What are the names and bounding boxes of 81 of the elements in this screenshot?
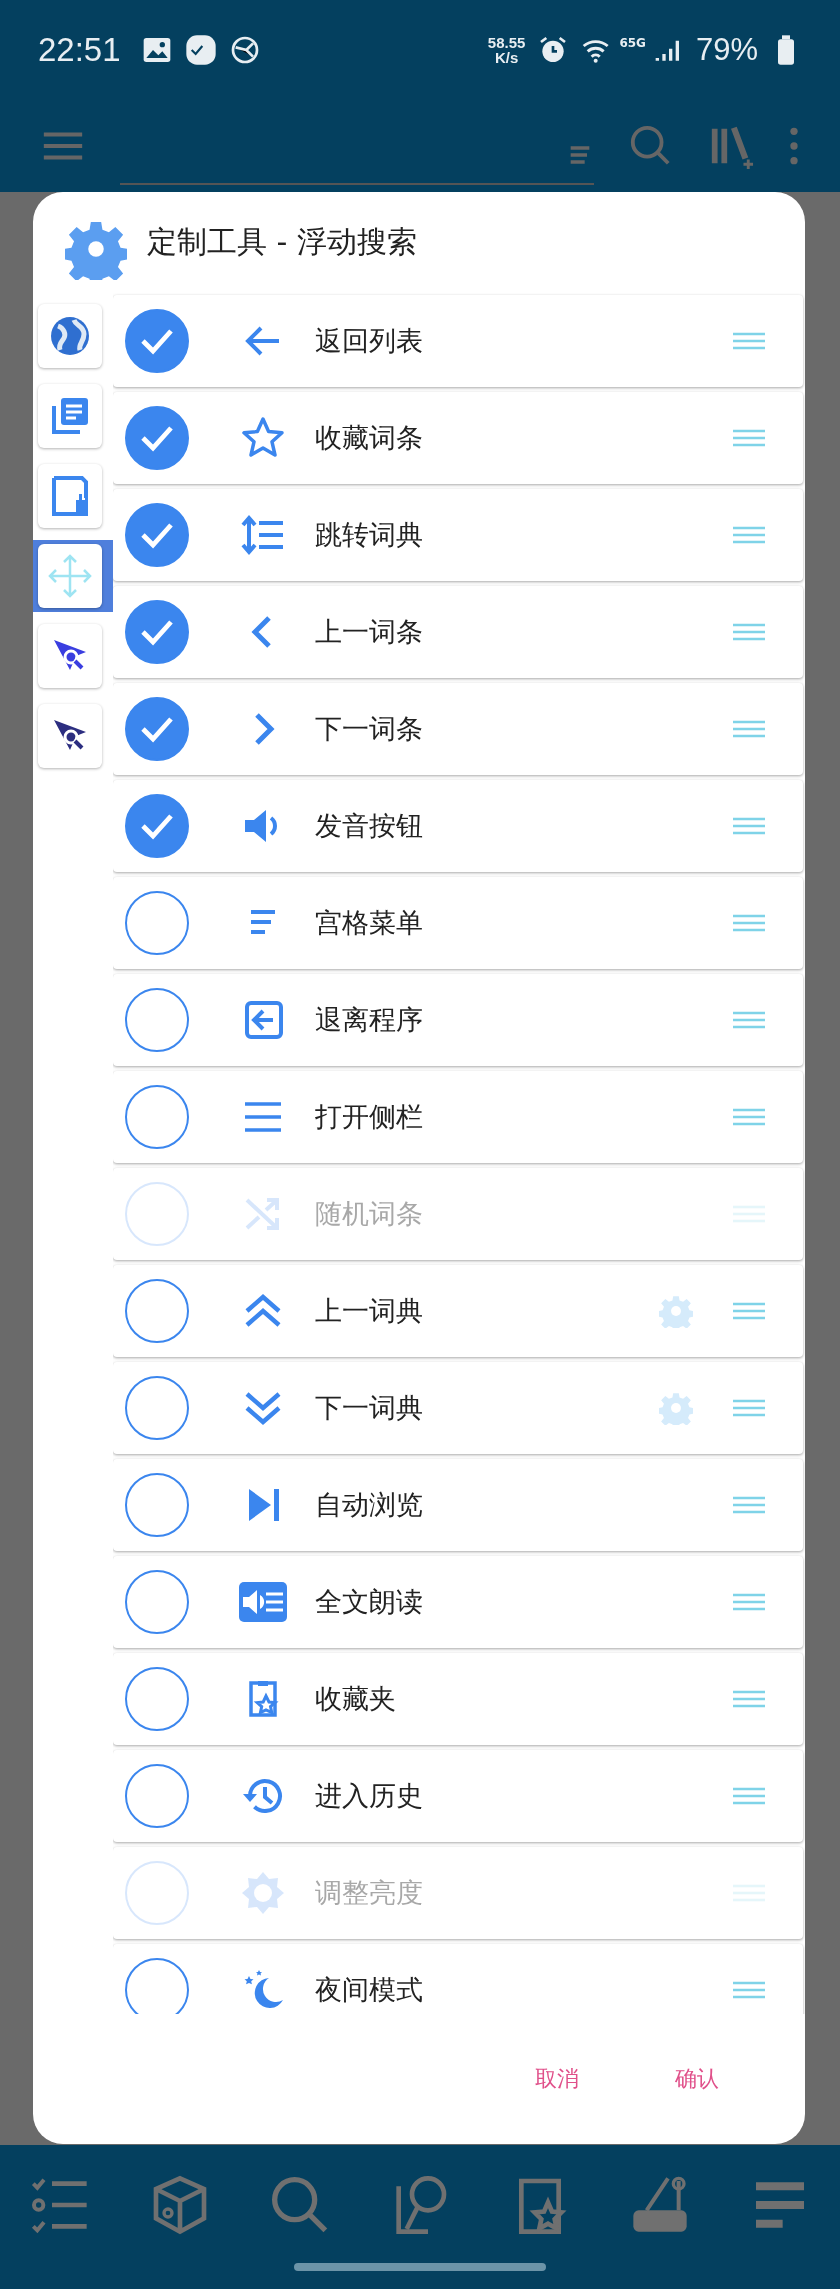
checkbox[interactable] xyxy=(125,1376,189,1440)
drag-handle-icon[interactable] xyxy=(733,1107,765,1127)
clock: 22:51 xyxy=(38,31,121,69)
checkbox[interactable] xyxy=(125,697,189,761)
drag-handle-icon[interactable] xyxy=(733,816,765,836)
side-tab[interactable] xyxy=(38,304,102,368)
tool-row[interactable]: 上一词条 xyxy=(113,586,803,678)
tool-label: 下一词典 xyxy=(315,1391,423,1425)
cancel-button[interactable]: 取消 xyxy=(527,2058,587,2100)
network-speed: 58.55 K/s xyxy=(487,35,526,65)
tool-label: 随机词条 xyxy=(315,1197,423,1231)
tool-label: 发音按钮 xyxy=(315,809,423,843)
tool-row[interactable]: 全文朗读 xyxy=(113,1556,803,1648)
tool-label: 夜间模式 xyxy=(315,1973,423,2007)
drag-handle-icon[interactable] xyxy=(733,622,765,642)
wifi-label: 6 xyxy=(619,36,628,50)
tool-row[interactable]: 打开侧栏 xyxy=(113,1071,803,1163)
drag-handle-icon[interactable] xyxy=(733,1592,765,1612)
dialog-title: 定制工具 - 浮动搜索 xyxy=(147,222,417,261)
settings-icon[interactable] xyxy=(659,1294,693,1328)
tool-row[interactable]: 宫格菜单 xyxy=(113,877,803,969)
checkbox[interactable] xyxy=(125,1667,189,1731)
checkbox[interactable] xyxy=(125,1958,189,2014)
tool-label: 跳转词典 xyxy=(315,518,423,552)
network-label: 5G xyxy=(627,36,646,50)
checkbox[interactable] xyxy=(125,1279,189,1343)
tool-row[interactable]: 下一词典 xyxy=(113,1362,803,1454)
drag-handle-icon[interactable] xyxy=(733,428,765,448)
side-tab[interactable] xyxy=(38,704,102,768)
checkbox[interactable] xyxy=(125,406,189,470)
checkbox[interactable] xyxy=(125,503,189,567)
checkbox[interactable] xyxy=(125,1570,189,1634)
checkbox[interactable] xyxy=(125,891,189,955)
tool-label: 进入历史 xyxy=(315,1779,423,1813)
tool-row[interactable]: 自动浏览 xyxy=(113,1459,803,1551)
drag-handle-icon[interactable] xyxy=(733,1786,765,1806)
settings-icon[interactable] xyxy=(659,1391,693,1425)
tool-row[interactable]: 上一词典 xyxy=(113,1265,803,1357)
tool-label: 返回列表 xyxy=(315,324,423,358)
checkbox[interactable] xyxy=(125,1085,189,1149)
checkbox[interactable] xyxy=(125,1764,189,1828)
tool-row[interactable]: 收藏词条 xyxy=(113,392,803,484)
tool-row[interactable]: 返回列表 xyxy=(113,295,803,387)
drag-handle-icon[interactable] xyxy=(733,525,765,545)
move-arrows-icon xyxy=(46,552,94,600)
tool-row[interactable]: 跳转词典 xyxy=(113,489,803,581)
checkbox[interactable] xyxy=(125,988,189,1052)
check-badge-icon xyxy=(184,34,217,66)
drag-handle-icon[interactable] xyxy=(733,1980,765,2000)
tool-label: 上一词典 xyxy=(315,1294,423,1328)
tool-row[interactable]: 下一词条 xyxy=(113,683,803,775)
drag-handle-icon[interactable] xyxy=(733,719,765,739)
side-tab[interactable] xyxy=(38,624,102,688)
tool-row[interactable]: 夜间模式 xyxy=(113,1944,803,2014)
tool-label: 宫格菜单 xyxy=(315,906,423,940)
drag-handle-icon[interactable] xyxy=(733,913,765,933)
drag-handle-icon[interactable] xyxy=(733,331,765,351)
checkbox[interactable] xyxy=(125,794,189,858)
drag-handle-icon[interactable] xyxy=(733,1495,765,1515)
tool-label: 收藏夹 xyxy=(315,1682,396,1716)
confirm-button[interactable]: 确认 xyxy=(667,2058,727,2100)
checkbox[interactable] xyxy=(125,600,189,664)
checkbox[interactable] xyxy=(125,1473,189,1537)
tool-label: 下一词条 xyxy=(315,712,423,746)
drag-handle-icon[interactable] xyxy=(733,1301,765,1321)
tool-label: 退离程序 xyxy=(315,1003,423,1037)
tool-row[interactable]: 退离程序 xyxy=(113,974,803,1066)
battery-level: 79% xyxy=(695,32,758,68)
tool-label: 收藏词条 xyxy=(315,421,423,455)
drag-handle-icon[interactable] xyxy=(733,1010,765,1030)
drag-handle-icon[interactable] xyxy=(733,1398,765,1418)
tool-label: 自动浏览 xyxy=(315,1488,423,1522)
tool-label: 全文朗读 xyxy=(315,1585,423,1619)
tool-row[interactable]: 收藏夹 xyxy=(113,1653,803,1745)
checkbox[interactable] xyxy=(125,309,189,373)
tool-label: 打开侧栏 xyxy=(315,1100,423,1134)
tool-label: 上一词条 xyxy=(315,615,423,649)
tool-row[interactable]: 发音按钮 xyxy=(113,780,803,872)
tool-label: 调整亮度 xyxy=(315,1876,423,1910)
drag-handle-icon[interactable] xyxy=(733,1689,765,1709)
tool-row[interactable]: 进入历史 xyxy=(113,1750,803,1842)
